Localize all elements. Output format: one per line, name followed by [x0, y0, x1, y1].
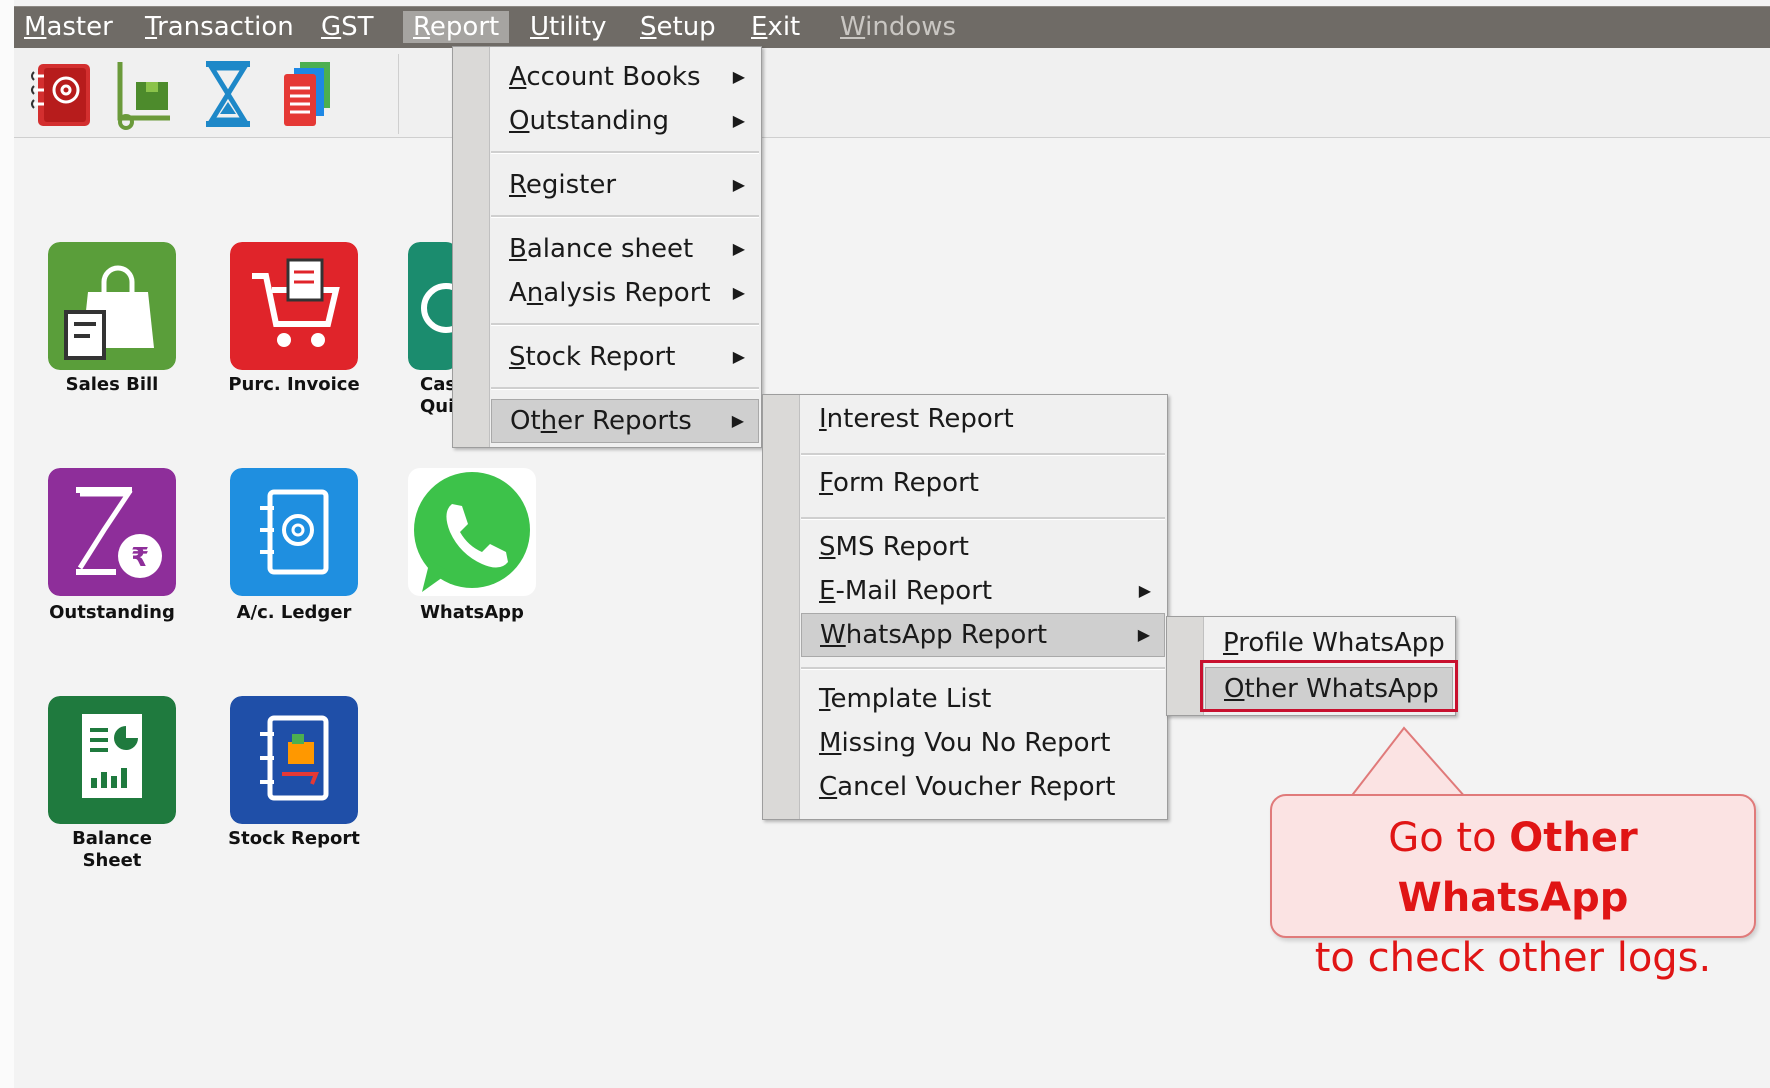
other-reports-submenu: Interest Report Form Report SMS Report E… [762, 394, 1168, 820]
menu-item-analysis-report[interactable]: Analysis Report ▶ [491, 271, 759, 315]
menu-item-balance-sheet[interactable]: Balance sheet ▶ [491, 227, 759, 271]
stock-report-tile[interactable] [230, 696, 358, 824]
svg-text:₹: ₹ [131, 543, 149, 573]
submenu-arrow-icon: ▶ [731, 411, 744, 430]
analysis-a: A [509, 278, 527, 308]
menu-gutter [763, 395, 800, 819]
cash-quick-label: Cas Qui [420, 374, 457, 417]
menu-windows[interactable]: Windows [840, 11, 956, 43]
menu-report[interactable]: Report [403, 11, 510, 43]
menu-item-cancel-voucher-report[interactable]: Cancel Voucher Report [801, 765, 1165, 809]
hourglass-icon[interactable] [192, 58, 264, 130]
report-dropdown-menu: Account Books ▶ Outstanding ▶ Register ▶ Ba… [452, 46, 762, 448]
menu-separator [801, 453, 1165, 456]
submenu-arrow-icon: ▶ [732, 239, 745, 258]
submenu-arrow-icon: ▶ [1138, 581, 1151, 600]
submenu-arrow-icon: ▶ [732, 283, 745, 302]
outstanding-tile[interactable]: ₹ [48, 468, 176, 596]
highlight-box [1200, 660, 1458, 712]
menu-separator [801, 517, 1165, 520]
menu-gst[interactable]: GST [321, 11, 374, 43]
account-ledger-tile[interactable] [230, 468, 358, 596]
window-left-edge [0, 0, 14, 1088]
menu-separator [491, 151, 759, 154]
menu-transaction[interactable]: Transaction [145, 11, 294, 43]
callout-line-1: Go to Other WhatsApp [1388, 815, 1638, 921]
menu-bar: Master Transaction GST Report Utility Se… [14, 6, 1770, 48]
purchase-invoice-tile[interactable] [230, 242, 358, 370]
toolbar-separator [398, 54, 399, 134]
menu-item-missing-vou-no-report[interactable]: Missing Vou No Report [801, 721, 1165, 765]
menu-separator [491, 323, 759, 326]
menu-separator [491, 387, 759, 390]
submenu-arrow-icon: ▶ [732, 111, 745, 130]
sales-bill-tile[interactable] [48, 242, 176, 370]
menu-item-template-list[interactable]: Template List [801, 677, 1165, 721]
reports-stack-icon[interactable] [270, 58, 342, 130]
menu-separator [491, 215, 759, 218]
sales-bill-label: Sales Bill [65, 374, 159, 395]
callout-tail [1349, 726, 1467, 798]
cash-quick-tile[interactable] [408, 242, 458, 370]
submenu-arrow-icon: ▶ [732, 175, 745, 194]
menu-gutter [1167, 617, 1204, 715]
balance-sheet-label: Balance Sheet [72, 828, 152, 871]
submenu-arrow-icon: ▶ [732, 347, 745, 366]
account-ledger-label: A/c. Ledger [236, 602, 352, 623]
menu-gutter [453, 47, 490, 447]
toolbar [14, 48, 1770, 138]
whatsapp-label: WhatsApp [420, 602, 524, 623]
menu-exit[interactable]: Exit [751, 11, 800, 43]
callout-line-2: to check other logs. [1314, 935, 1712, 981]
menu-utility[interactable]: Utility [530, 11, 606, 43]
menu-item-stock-report[interactable]: Stock Report ▶ [491, 335, 759, 379]
menu-item-register[interactable]: Register ▶ [491, 163, 759, 207]
instruction-callout: Go to Other WhatsApp to check other logs… [1270, 794, 1756, 981]
menu-item-profile-whatsapp[interactable]: Profile WhatsApp [1205, 621, 1453, 665]
menu-item-account-books[interactable]: Account Books ▶ [491, 55, 759, 99]
menu-item-other-reports[interactable]: Other Reports ▶ [491, 399, 759, 443]
menu-item-whatsapp-report[interactable]: WhatsApp Report ▶ [801, 613, 1165, 657]
warehouse-stock-icon[interactable] [110, 58, 182, 130]
menu-item-form-report[interactable]: Form Report [801, 461, 1165, 505]
menu-master[interactable]: Master [24, 11, 113, 43]
stock-report-label: Stock Report [228, 828, 360, 849]
purchase-invoice-label: Purc. Invoice [228, 374, 360, 395]
menu-separator [801, 667, 1165, 670]
menu-item-interest-report[interactable]: Interest Report [801, 397, 1165, 441]
contacts-book-icon[interactable] [26, 58, 98, 130]
outstanding-label: Outstanding [49, 602, 175, 623]
menu-item-email-report[interactable]: E-Mail Report ▶ [801, 569, 1165, 613]
whatsapp-tile[interactable] [408, 468, 536, 596]
submenu-arrow-icon: ▶ [732, 67, 745, 86]
balance-sheet-tile[interactable] [48, 696, 176, 824]
menu-item-outstanding[interactable]: Outstanding ▶ [491, 99, 759, 143]
menu-setup[interactable]: Setup [640, 11, 716, 43]
menu-item-sms-report[interactable]: SMS Report [801, 525, 1165, 569]
submenu-arrow-icon: ▶ [1137, 625, 1150, 644]
